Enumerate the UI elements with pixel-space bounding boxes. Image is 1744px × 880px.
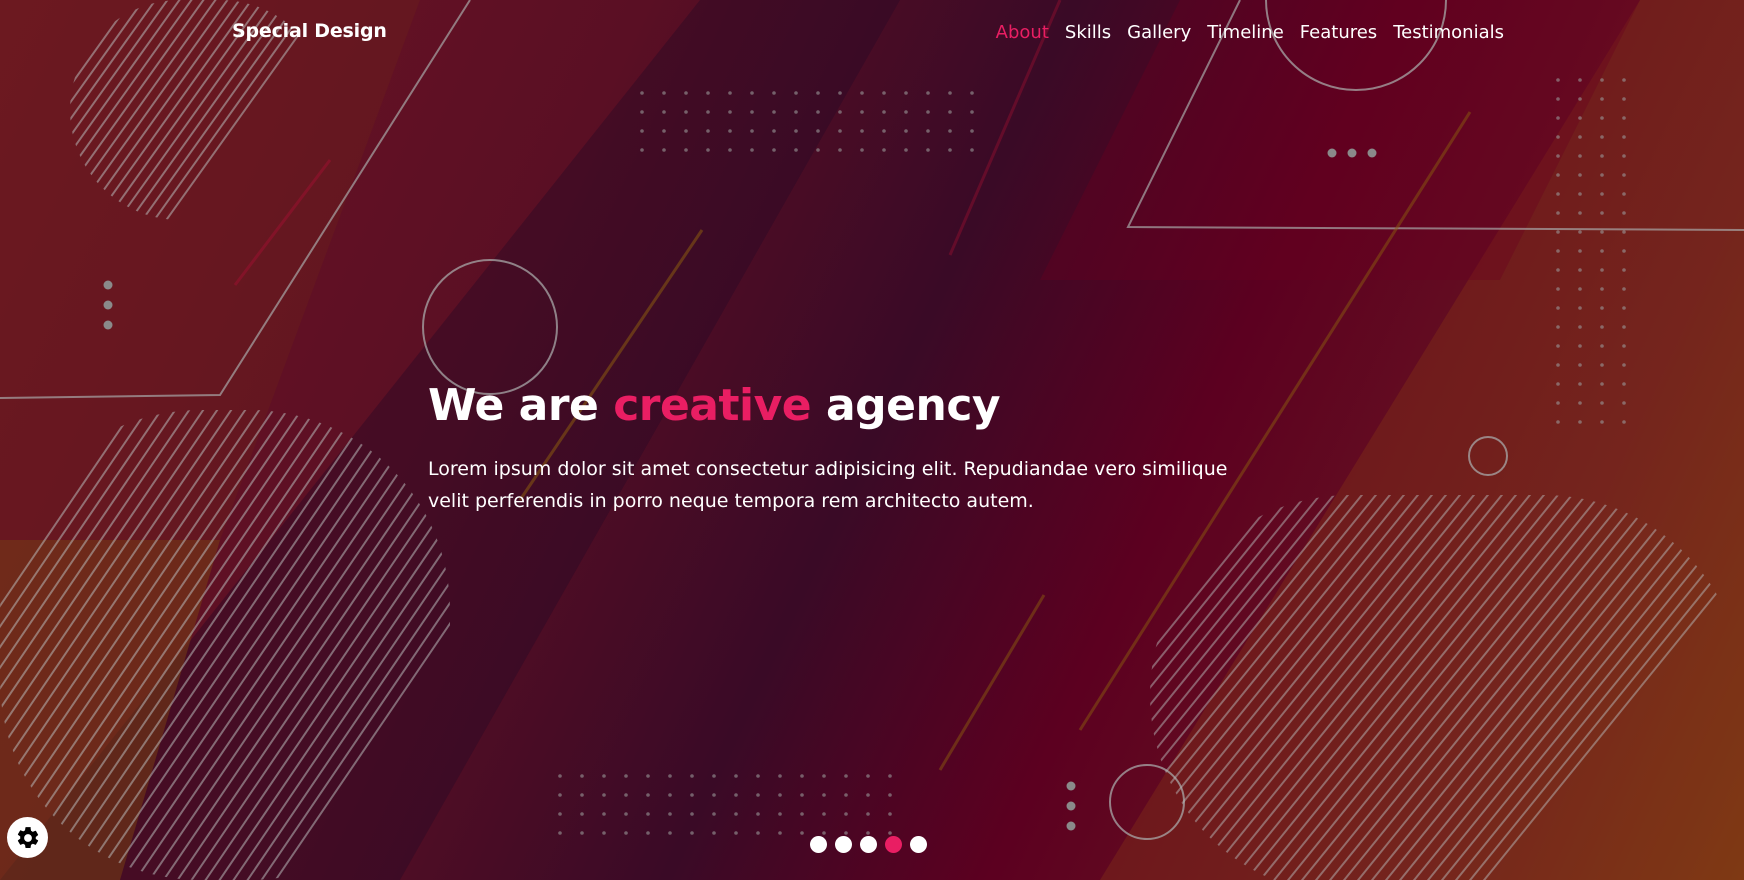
headline-prefix: We are xyxy=(428,380,599,431)
nav-link-gallery[interactable]: Gallery xyxy=(1127,22,1191,43)
hero-content: We are creative agency Lorem ipsum dolor… xyxy=(428,380,1288,517)
hero-description: Lorem ipsum dolor sit amet consectetur a… xyxy=(428,458,1228,512)
nav-link-skills[interactable]: Skills xyxy=(1065,22,1111,43)
nav-link-timeline[interactable]: Timeline xyxy=(1207,22,1284,43)
headline-suffix: agency xyxy=(825,380,1001,431)
navbar: Special Design About Skills Gallery Time… xyxy=(0,0,1744,68)
hero-headline: We are creative agency xyxy=(428,380,1288,431)
nav-links: About Skills Gallery Timeline Features T… xyxy=(980,22,1504,43)
slider-bullet[interactable] xyxy=(810,836,827,853)
site-logo[interactable]: Special Design xyxy=(232,20,387,42)
settings-toggle-button[interactable] xyxy=(7,817,48,858)
headline-accent: creative xyxy=(613,380,812,431)
nav-link-about[interactable]: About xyxy=(996,22,1049,43)
slider-bullet[interactable] xyxy=(910,836,927,853)
slider-bullet[interactable] xyxy=(835,836,852,853)
nav-link-features[interactable]: Features xyxy=(1300,22,1377,43)
slider-bullet[interactable] xyxy=(885,836,902,853)
slider-bullets xyxy=(810,836,927,853)
hero-section: Special Design About Skills Gallery Time… xyxy=(0,0,1744,880)
nav-link-testimonials[interactable]: Testimonials xyxy=(1393,22,1504,43)
gear-icon xyxy=(17,826,38,848)
slider-bullet[interactable] xyxy=(860,836,877,853)
